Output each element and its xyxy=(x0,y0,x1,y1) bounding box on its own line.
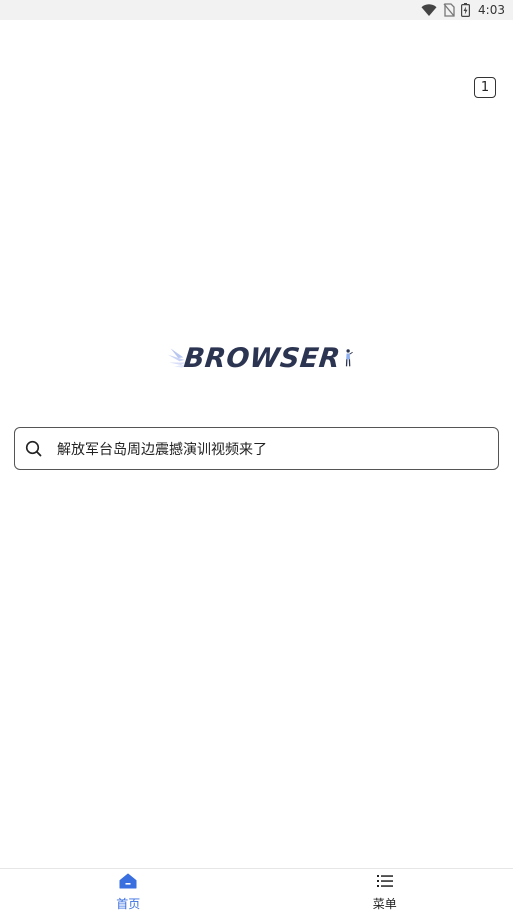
search-bar[interactable]: 解放军台岛周边震撼演训视频来了 xyxy=(14,427,499,470)
nav-item-menu[interactable]: 菜单 xyxy=(257,869,513,912)
bottom-navigation: 首页 菜单 xyxy=(0,868,513,912)
battery-charging-icon xyxy=(461,3,471,17)
wifi-icon xyxy=(421,4,437,16)
logo-wordmark: BROWSER xyxy=(182,342,343,374)
menu-list-icon xyxy=(376,873,394,893)
nav-menu-label: 菜单 xyxy=(372,897,397,911)
search-query-text: 解放军台岛周边震撼演训视频来了 xyxy=(57,441,267,458)
home-icon xyxy=(119,873,137,893)
person-figure-icon xyxy=(345,349,353,367)
nav-item-home[interactable]: 首页 xyxy=(0,869,257,912)
browser-home-screen: 4:03 1 BROWSER 解放军台岛周边震撼演训视频来了 首页 菜单 xyxy=(0,0,513,912)
tab-count-button[interactable]: 1 xyxy=(474,77,496,98)
status-time: 4:03 xyxy=(478,3,505,17)
status-bar: 4:03 xyxy=(0,0,513,20)
tab-count-label: 1 xyxy=(480,80,490,95)
nav-home-label: 首页 xyxy=(116,897,141,911)
search-icon xyxy=(25,440,43,458)
browser-logo: BROWSER xyxy=(168,340,353,376)
no-sim-icon xyxy=(443,3,455,17)
